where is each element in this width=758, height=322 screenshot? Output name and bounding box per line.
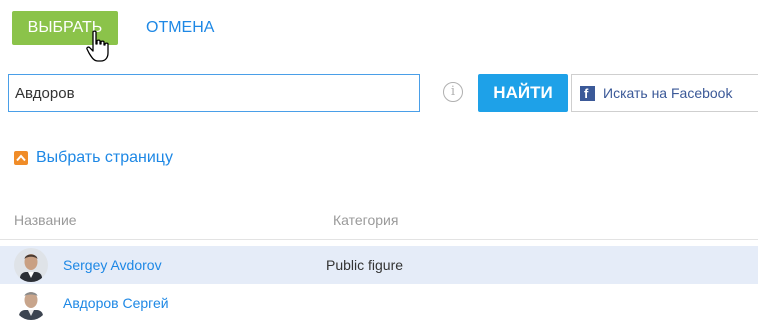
- avatar: [14, 286, 48, 320]
- facebook-button-label: Искать на Facebook: [603, 85, 733, 101]
- search-facebook-button[interactable]: f Искать на Facebook: [571, 74, 758, 112]
- table-row[interactable]: Sergey Avdorov Public figure: [0, 246, 758, 284]
- cancel-button[interactable]: ОТМЕНА: [132, 11, 228, 45]
- row-name-link[interactable]: Авдоров Сергей: [63, 295, 169, 311]
- row-name-link[interactable]: Sergey Avdorov: [63, 257, 162, 273]
- chevron-up-icon: [14, 151, 28, 165]
- column-header-category[interactable]: Категория: [333, 212, 398, 228]
- info-icon[interactable]: i: [443, 82, 463, 102]
- search-input[interactable]: [8, 74, 420, 112]
- avatar: [14, 248, 48, 282]
- hand-cursor-icon: [86, 30, 109, 62]
- choose-page-label: Выбрать страницу: [36, 149, 173, 166]
- column-header-name[interactable]: Название: [14, 212, 77, 228]
- find-button[interactable]: НАЙТИ: [478, 74, 568, 112]
- table-row[interactable]: Авдоров Сергей: [0, 284, 758, 322]
- row-category: Public figure: [326, 257, 404, 273]
- choose-page-link[interactable]: Выбрать страницу: [14, 149, 173, 167]
- facebook-icon: f: [580, 85, 595, 101]
- header-divider: [0, 239, 758, 240]
